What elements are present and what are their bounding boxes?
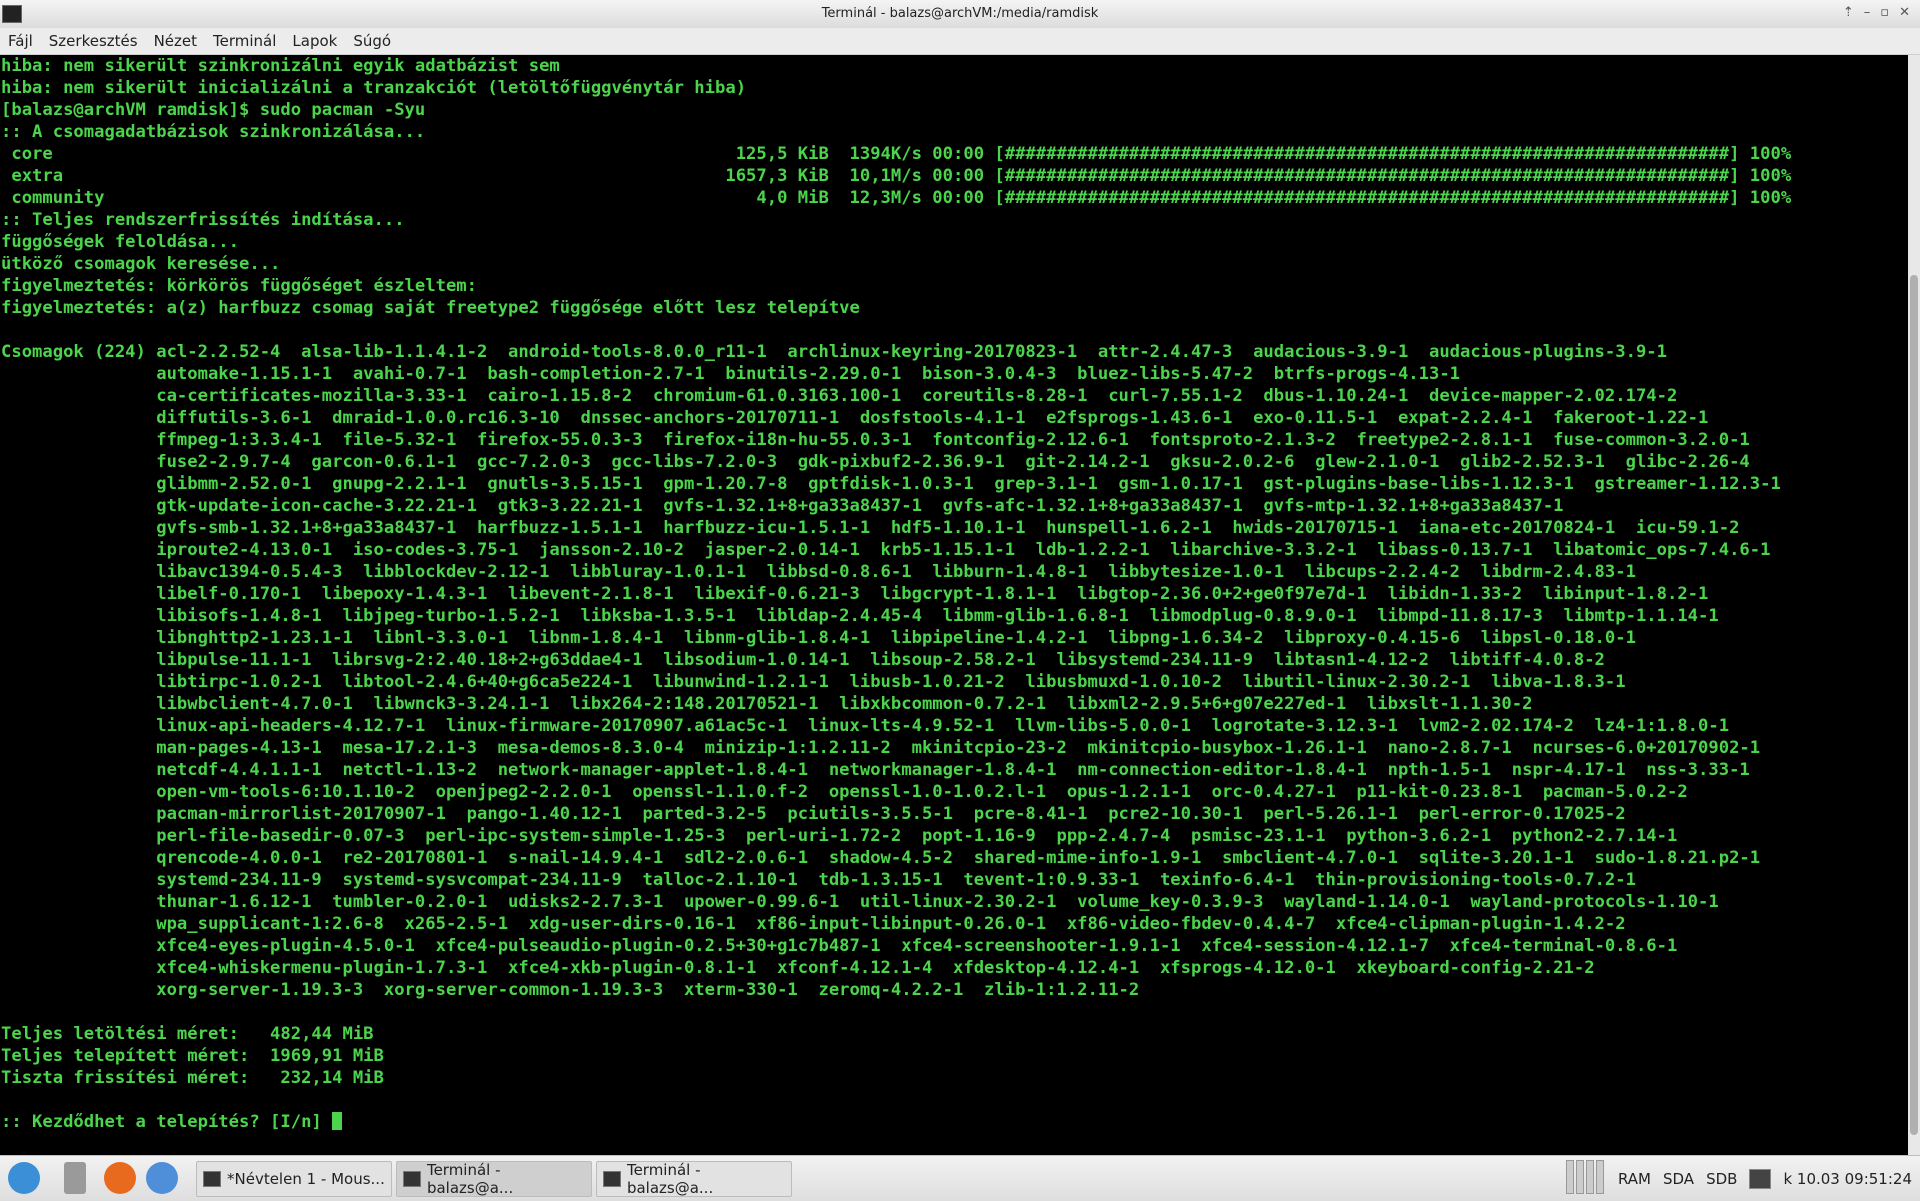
task-terminal-1[interactable]: Terminál - balazs@a... (396, 1161, 592, 1197)
close-icon[interactable]: ✕ (1899, 5, 1910, 20)
terminal-icon (603, 1171, 621, 1187)
terminal-icon (403, 1171, 421, 1187)
terminal-line: libnghttp2-1.23.1-1 libnl-3.3.0-1 libnm-… (156, 628, 1636, 648)
ram-indicator[interactable]: RAM (1618, 1170, 1651, 1188)
terminal-text: hiba: nem sikerült szinkronizálni egyik … (0, 55, 1908, 1133)
terminal-output[interactable]: hiba: nem sikerült szinkronizálni egyik … (0, 55, 1908, 1155)
task-terminal-2[interactable]: Terminál - balazs@a... (596, 1161, 792, 1197)
chromium-icon[interactable] (146, 1162, 178, 1194)
terminal-line: netcdf-4.4.1.1-1 netctl-1.13-2 network-m… (156, 760, 1750, 780)
terminal-line: :: A csomagadatbázisok szinkronizálása..… (1, 122, 426, 142)
menu-edit[interactable]: Szerkesztés (41, 32, 146, 50)
menu-bar: Fájl Szerkesztés Nézet Terminál Lapok Sú… (0, 28, 1920, 55)
terminal-line: core 125,5 KiB 1394K/s 00:00 [##########… (11, 144, 1792, 164)
task-label: *Névtelen 1 - Mous... (227, 1170, 385, 1188)
terminal-scrollbar[interactable] (1908, 55, 1920, 1155)
menu-terminal[interactable]: Terminál (205, 32, 284, 50)
scrollbar-thumb[interactable] (1910, 275, 1918, 1135)
minimize-icon[interactable]: – (1864, 5, 1871, 20)
terminal-line: extra 1657,3 KiB 10,1M/s 00:00 [########… (11, 166, 1792, 186)
menu-tabs[interactable]: Lapok (284, 32, 345, 50)
install-prompt: :: Kezdődhet a telepítés? [I/n] (1, 1112, 333, 1132)
task-label: Terminál - balazs@a... (426, 1161, 514, 1197)
whisker-menu-icon[interactable] (8, 1162, 40, 1194)
terminal-line: automake-1.15.1-1 avahi-0.7-1 bash-compl… (156, 364, 1461, 384)
sda-indicator[interactable]: SDA (1663, 1170, 1694, 1188)
menu-file[interactable]: Fájl (0, 32, 41, 50)
terminal-line: ffmpeg-1:3.3.4-1 file-5.32-1 firefox-55.… (156, 430, 1750, 450)
clock[interactable]: k 10.03 09:51:24 (1783, 1170, 1920, 1188)
system-tray: RAM SDA SDB k 10.03 09:51:24 (1565, 1160, 1920, 1198)
terminal-line: :: Teljes rendszerfrissítés indítása... (1, 210, 405, 230)
terminal-line: Csomagok (224) acl-2.2.52-4 alsa-lib-1.1… (1, 342, 1667, 362)
terminal-line: thunar-1.6.12-1 tumbler-0.2.0-1 udisks2-… (156, 892, 1719, 912)
terminal-line: hiba: nem sikerült szinkronizálni egyik … (1, 56, 560, 76)
terminal-line: Teljes letöltési méret: 482,44 MiB (1, 1024, 374, 1044)
terminal-line: hiba: nem sikerült inicializálni a tranz… (1, 78, 747, 98)
network-icon[interactable] (1749, 1169, 1772, 1189)
menu-view[interactable]: Nézet (146, 32, 205, 50)
firefox-icon[interactable] (104, 1162, 136, 1194)
terminal-line: diffutils-3.6-1 dmraid-1.0.0.rc16.3-10 d… (156, 408, 1709, 428)
sdb-indicator[interactable]: SDB (1706, 1170, 1737, 1188)
terminal-line: ütköző csomagok keresése... (1, 254, 281, 274)
terminal-line: figyelmeztetés: a(z) harfbuzz csomag saj… (1, 298, 860, 318)
terminal-line: xfce4-whiskermenu-plugin-1.7.3-1 xfce4-x… (156, 958, 1595, 978)
window-menu-icon[interactable]: ⇡ (1843, 5, 1854, 20)
terminal-line: libisofs-1.4.8-1 libjpeg-turbo-1.5.2-1 l… (156, 606, 1719, 626)
mousepad-icon (203, 1171, 221, 1187)
terminal-line: Tiszta frissítési méret: 232,14 MiB (1, 1068, 384, 1088)
terminal-line: gtk-update-icon-cache-3.22.21-1 gtk3-3.2… (156, 496, 1564, 516)
terminal-line: fuse2-2.9.7-4 garcon-0.6.1-1 gcc-7.2.0-3… (156, 452, 1750, 472)
terminal-line: qrencode-4.0.0-1 re2-20170801-1 s-nail-1… (156, 848, 1761, 868)
terminal-cursor (332, 1112, 343, 1130)
terminal-line: libavc1394-0.5.4-3 libblockdev-2.12-1 li… (156, 562, 1636, 582)
terminal-line: systemd-234.11-9 systemd-sysvcompat-234.… (156, 870, 1636, 890)
terminal-line: libpulse-11.1-1 librsvg-2:2.40.18+2+g63d… (156, 650, 1605, 670)
terminal-line: iproute2-4.13.0-1 iso-codes-3.75-1 janss… (156, 540, 1771, 560)
terminal-line: glibmm-2.52.0-1 gnupg-2.2.1-1 gnutls-3.5… (156, 474, 1781, 494)
terminal-line: libelf-0.170-1 libepoxy-1.4.3-1 libevent… (156, 584, 1709, 604)
task-label: Terminál - balazs@a... (626, 1161, 714, 1197)
maximize-icon[interactable]: ▫ (1880, 5, 1889, 20)
terminal-line: gvfs-smb-1.32.1+8+ga33a8437-1 harfbuzz-1… (156, 518, 1740, 538)
terminal-line: [balazs@archVM ramdisk]$ sudo pacman -Sy… (1, 100, 426, 120)
window-titlebar[interactable]: Terminál - balazs@archVM:/media/ramdisk … (0, 0, 1920, 29)
terminal-line: Teljes telepített méret: 1969,91 MiB (1, 1046, 384, 1066)
menu-help[interactable]: Súgó (345, 32, 399, 50)
terminal-line: perl-file-basedir-0.07-3 perl-ipc-system… (156, 826, 1678, 846)
terminal-line: ca-certificates-mozilla-3.33-1 cairo-1.1… (156, 386, 1678, 406)
terminal-line: linux-api-headers-4.12.7-1 linux-firmwar… (156, 716, 1730, 736)
taskbar: *Névtelen 1 - Mous... Terminál - balazs@… (0, 1155, 1920, 1201)
terminal-line: wpa_supplicant-1:2.6-8 x265-2.5-1 xdg-us… (156, 914, 1626, 934)
terminal-line: man-pages-4.13-1 mesa-17.2.1-3 mesa-demo… (156, 738, 1761, 758)
window-title: Terminál - balazs@archVM:/media/ramdisk (821, 6, 1099, 21)
terminal-line: figyelmeztetés: körkörös függőséget észl… (1, 276, 477, 296)
terminal-line: libtirpc-1.0.2-1 libtool-2.4.6+40+g6ca5e… (156, 672, 1626, 692)
terminal-line: libwbclient-4.7.0-1 libwnck3-3.24.1-1 li… (156, 694, 1533, 714)
terminal-line: community 4,0 MiB 12,3M/s 00:00 [#######… (11, 188, 1792, 208)
terminal-line: függőségek feloldása... (1, 232, 239, 252)
terminal-line: open-vm-tools-6:10.1.10-2 openjpeg2-2.2.… (156, 782, 1688, 802)
terminal-line: xfce4-eyes-plugin-4.5.0-1 xfce4-pulseaud… (156, 936, 1678, 956)
terminal-line: xorg-server-1.19.3-3 xorg-server-common-… (156, 980, 1140, 1000)
file-manager-icon[interactable] (64, 1162, 86, 1194)
cpu-graph[interactable] (1565, 1160, 1606, 1198)
terminal-line: pacman-mirrorlist-20170907-1 pango-1.40.… (156, 804, 1626, 824)
task-mousepad[interactable]: *Névtelen 1 - Mous... (196, 1161, 392, 1197)
